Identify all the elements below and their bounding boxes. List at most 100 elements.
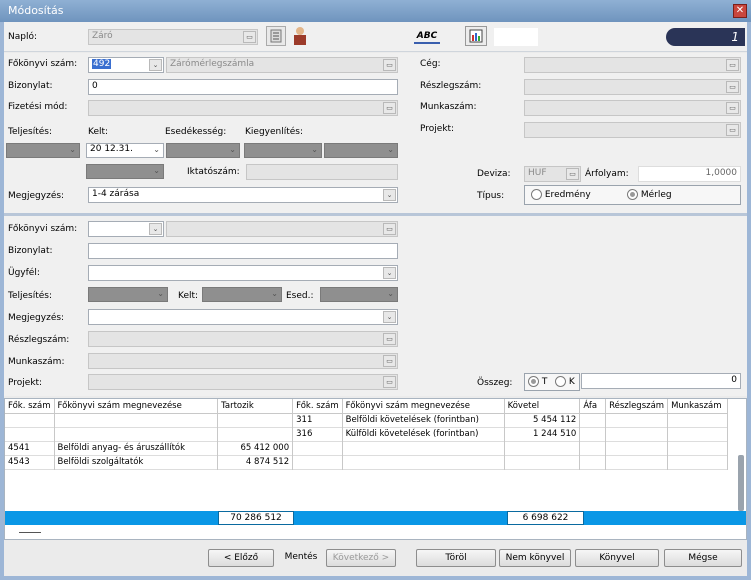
notes-button[interactable] — [266, 26, 286, 46]
table-row[interactable]: 4543 Belföldi szolgáltatók 4 874 512 — [5, 455, 728, 469]
osszeg-input[interactable]: 0 — [581, 373, 741, 389]
col-header[interactable]: Részlegszám — [605, 399, 669, 413]
cell: 65 412 000 — [217, 441, 294, 455]
item-projekt-select[interactable]: ▭ — [88, 374, 398, 390]
col-header[interactable]: Fők. szám — [292, 399, 343, 413]
item-munkaszam-select[interactable]: ▭ — [88, 353, 398, 369]
total-tartozik-value: 70 286 512 — [230, 513, 282, 523]
spellcheck-button[interactable]: ABC — [414, 28, 440, 44]
ceg-select[interactable]: ▭ — [524, 57, 741, 73]
dropdown-icon: ▭ — [726, 81, 739, 93]
dropdown-icon: ▭ — [726, 124, 739, 136]
item-reszleg-select[interactable]: ▭ — [88, 331, 398, 347]
osszeg-tk-group: T K — [524, 373, 580, 391]
lookup-icon: ▭ — [383, 223, 396, 235]
deviza-select[interactable]: HUF ▭ — [524, 166, 581, 182]
kiegyenlites-label: Kiegyenlítés: — [245, 127, 304, 137]
col-header[interactable]: Tartozik — [217, 399, 294, 413]
item-megjegyzes-select[interactable]: ⌄ — [88, 309, 398, 325]
cell: Belföldi követelések (forintban) — [342, 413, 505, 427]
prev-button[interactable]: < Előző — [208, 549, 274, 567]
cell — [504, 441, 581, 455]
col-header[interactable]: Munkaszám — [667, 399, 728, 413]
eredmeny-option[interactable]: Eredmény — [531, 189, 591, 200]
chevron-down-icon: ⌄ — [153, 166, 160, 175]
osszeg-t-option[interactable]: T — [528, 376, 547, 387]
chevron-down-icon: ⌄ — [271, 289, 278, 298]
table-row[interactable]: 311 Belföldi követelések (forintban) 5 454… — [5, 413, 728, 427]
col-header[interactable]: Főkönyvi szám megnevezése — [342, 399, 505, 413]
extra-date[interactable]: ⌄ — [324, 143, 398, 158]
user-icon — [294, 27, 306, 45]
item-projekt-label: Projekt: — [8, 378, 43, 388]
esedekesseg-label: Esedékesség: — [165, 127, 227, 137]
resize-handle[interactable] — [19, 532, 41, 533]
close-button[interactable]: ✕ — [733, 4, 747, 18]
col-header[interactable]: Követel — [504, 399, 581, 413]
cell — [667, 441, 728, 455]
post-button[interactable]: Könyvel — [575, 549, 659, 567]
ledger-table[interactable]: Fők. szám Főkönyvi szám megnevezése Tart… — [4, 398, 747, 540]
item-teljesites-date[interactable]: ⌄ — [88, 287, 168, 302]
osszeg-k-label: K — [568, 377, 575, 387]
cell — [54, 427, 219, 441]
save-button[interactable]: Mentés — [277, 549, 325, 567]
next-button[interactable]: Következő > — [326, 549, 396, 567]
item-esed-date[interactable]: ⌄ — [320, 287, 398, 302]
cell — [667, 455, 728, 469]
item-bizonylat-input[interactable] — [88, 243, 398, 259]
abc-icon: ABC — [416, 31, 438, 41]
esedekesseg-date[interactable]: ⌄ — [166, 143, 240, 158]
cell: 316 — [292, 427, 343, 441]
table-row[interactable]: 316 Külföldi követelések (forintban) 1 244… — [5, 427, 728, 441]
close-icon: ✕ — [735, 5, 745, 16]
user-button[interactable] — [290, 25, 310, 47]
arfolyam-value: 1,0000 — [705, 168, 738, 178]
fokonyvi-input[interactable]: 492 ⌄ — [88, 57, 164, 73]
projekt-select[interactable]: ▭ — [524, 122, 741, 138]
item-fokonyvi-input[interactable]: ⌄ — [88, 221, 164, 237]
bizonylat-input[interactable]: 0 — [88, 79, 398, 95]
item-kelt-date[interactable]: ⌄ — [202, 287, 282, 302]
teljesites-date[interactable]: ⌄ — [6, 143, 80, 158]
report-button[interactable] — [465, 26, 487, 46]
item-teljesites-label: Teljesítés: — [8, 291, 53, 301]
ugyfel-select[interactable]: ⌄ — [88, 265, 398, 281]
cell — [54, 413, 219, 427]
top-toolbar: Napló: Záró ▭ ABC 1 — [4, 22, 747, 52]
naplo-select[interactable]: Záró ▭ — [88, 29, 258, 45]
deviza-label: Deviza: — [477, 169, 511, 179]
fokonyvi-value: 492 — [92, 59, 112, 69]
arfolyam-input[interactable]: 1,0000 — [638, 166, 741, 182]
table-header-row: Fők. szám Főkönyvi szám megnevezése Tart… — [5, 399, 728, 413]
chevron-down-icon: ⌄ — [387, 289, 394, 298]
munkaszam-select[interactable]: ▭ — [524, 100, 741, 116]
chevron-down-icon: ⌄ — [157, 289, 164, 298]
cell: 1 244 510 — [504, 427, 581, 441]
col-header[interactable]: Főkönyvi szám megnevezése — [54, 399, 219, 413]
reszleg-select[interactable]: ▭ — [524, 79, 741, 95]
kiegyenlites-date[interactable]: ⌄ — [244, 143, 322, 158]
bizonylat-label: Bizonylat: — [8, 81, 53, 91]
megjegyzes-input[interactable]: 1-4 zárása ⌄ — [88, 187, 398, 203]
secondary-date[interactable]: ⌄ — [86, 164, 164, 179]
chevron-down-icon: ⌄ — [387, 145, 394, 154]
fizetesi-select[interactable]: ▭ — [88, 100, 398, 116]
item-panel: Főkönyvi szám: ⌄ ▭ Bizonylat: Ügyfél: ⌄ … — [4, 216, 747, 396]
report-icon — [469, 29, 483, 43]
col-header[interactable]: Áfa — [579, 399, 607, 413]
osszeg-k-option[interactable]: K — [555, 376, 575, 387]
teljesites-label: Teljesítés: — [8, 127, 53, 137]
table-row[interactable]: 4541 Belföldi anyag- és áruszállítók 65 41… — [5, 441, 728, 455]
kelt-date[interactable]: 20 12.31. ⌄ — [86, 143, 164, 158]
cell — [5, 427, 55, 441]
table-scrollbar-thumb[interactable] — [738, 455, 744, 511]
blank-area — [494, 28, 538, 46]
cell — [605, 455, 669, 469]
no-post-button[interactable]: Nem könyvel — [499, 549, 571, 567]
delete-button[interactable]: Töröl — [416, 549, 496, 567]
col-header[interactable]: Fők. szám — [5, 399, 55, 413]
merleg-option[interactable]: Mérleg — [627, 189, 672, 200]
radio-icon — [531, 189, 542, 200]
cancel-button[interactable]: Mégse — [664, 549, 742, 567]
